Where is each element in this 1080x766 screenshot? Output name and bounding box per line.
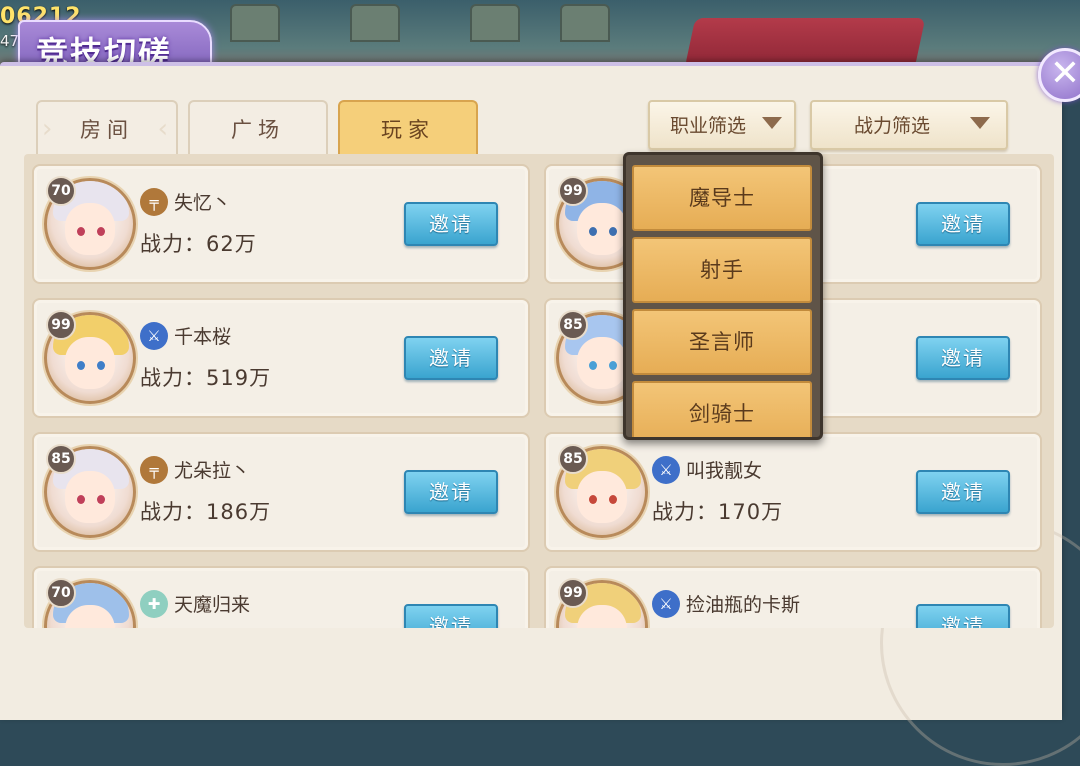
avatar-face (577, 471, 627, 523)
avatar-eye (77, 361, 85, 370)
job-option-archer[interactable]: 射手 (632, 237, 812, 303)
player-power: 战力：62万 (140, 232, 257, 256)
sword-icon: ⚔ (652, 590, 680, 618)
level-badge: 70 (46, 578, 76, 608)
chevron-left-icon: ‹ (157, 114, 174, 144)
avatar-face (65, 471, 115, 523)
player-power: 战力：519万 (140, 366, 272, 390)
sword-icon: ⚔ (140, 322, 168, 350)
job-option-knight[interactable]: 剑骑士 (632, 381, 812, 437)
level-badge: 85 (558, 444, 588, 474)
bg-stall (230, 4, 280, 42)
player-name: 千本桜 (174, 326, 232, 348)
avatar-face (65, 203, 115, 255)
avatar-face (577, 337, 627, 389)
job-filter-button[interactable]: 职业筛选 (648, 100, 796, 150)
avatar-eye (77, 495, 85, 504)
job-filter-label: 职业筛选 (670, 115, 747, 137)
avatar-eye (609, 227, 617, 236)
avatar-eye (97, 361, 105, 370)
invite-button[interactable]: 邀请 (404, 202, 498, 246)
avatar-eye (609, 361, 617, 370)
chevron-down-icon (970, 117, 990, 129)
player-card: 99 ⚔ 捡油瓶的卡斯 邀请 (544, 566, 1042, 628)
invite-button[interactable]: 邀请 (404, 336, 498, 380)
avatar-eye (609, 495, 617, 504)
player-name: 捡油瓶的卡斯 (686, 594, 801, 616)
player-name: 天魔归来 (174, 594, 251, 616)
tab-players[interactable]: 玩家 (338, 100, 478, 156)
level-badge: 99 (46, 310, 76, 340)
job-filter-dropdown[interactable]: 魔导士 射手 圣言师 剑骑士 (623, 152, 823, 440)
tab-plaza[interactable]: 广场 (188, 100, 328, 156)
gun-icon: ╤ (140, 456, 168, 484)
job-option-priest[interactable]: 圣言师 (632, 309, 812, 375)
invite-button[interactable]: 邀请 (916, 470, 1010, 514)
tab-label: 房间 (80, 118, 134, 142)
power-filter-button[interactable]: 战力筛选 (810, 100, 1008, 150)
invite-button[interactable]: 邀请 (916, 604, 1010, 628)
level-badge: 99 (558, 176, 588, 206)
player-name: 失忆丶 (174, 192, 232, 214)
invite-button[interactable]: 邀请 (404, 470, 498, 514)
invite-button[interactable]: 邀请 (916, 336, 1010, 380)
tab-label: 广场 (231, 118, 285, 142)
gun-icon: ╤ (140, 188, 168, 216)
level-badge: 70 (46, 176, 76, 206)
player-card: 85 ⚔ 叫我靓女 战力：170万 邀请 (544, 432, 1042, 552)
job-option-mage[interactable]: 魔导士 (632, 165, 812, 231)
avatar-eye (589, 495, 597, 504)
avatar-face (65, 337, 115, 389)
player-card: 70 ✚ 天魔归来 邀请 (32, 566, 530, 628)
avatar-face (577, 203, 627, 255)
level-badge: 85 (558, 310, 588, 340)
avatar-eye (97, 227, 105, 236)
invite-button[interactable]: 邀请 (916, 202, 1010, 246)
player-card: 70 ╤ 失忆丶 战力：62万 邀请 (32, 164, 530, 284)
avatar-eye (589, 361, 597, 370)
holy-icon: ✚ (140, 590, 168, 618)
player-name: 叫我靓女 (686, 460, 763, 482)
player-power: 战力：170万 (652, 500, 784, 524)
player-card: 99 ⚔ 千本桜 战力：519万 邀请 (32, 298, 530, 418)
chevron-right-icon: › (42, 114, 59, 144)
power-filter-label: 战力筛选 (854, 115, 931, 137)
player-name: 尤朵拉丶 (174, 460, 251, 482)
bg-stall (350, 4, 400, 42)
tab-room[interactable]: › 房间 ‹ (36, 100, 178, 156)
chevron-down-icon (762, 117, 782, 129)
player-power: 战力：186万 (140, 500, 272, 524)
invite-button[interactable]: 邀请 (404, 604, 498, 628)
level-badge: 99 (558, 578, 588, 608)
tab-label: 玩家 (381, 118, 435, 142)
avatar-eye (589, 227, 597, 236)
bg-stall (470, 4, 520, 42)
level-badge: 85 (46, 444, 76, 474)
player-list[interactable]: 70 ╤ 失忆丶 战力：62万 邀请 99 邀请 99 ⚔ 千本桜 战力：519… (24, 154, 1054, 628)
avatar-eye (97, 495, 105, 504)
bg-stall (560, 4, 610, 42)
player-card: 85 ╤ 尤朵拉丶 战力：186万 邀请 (32, 432, 530, 552)
bg-banner (684, 18, 926, 68)
avatar-eye (77, 227, 85, 236)
sword-icon: ⚔ (652, 456, 680, 484)
